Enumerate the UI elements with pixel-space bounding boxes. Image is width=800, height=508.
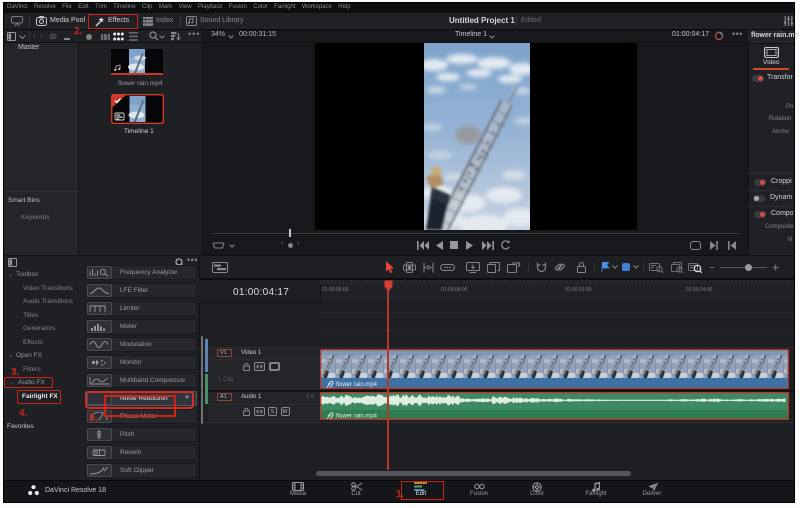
svg-text:flower rain.mp4: flower rain.mp4 bbox=[336, 414, 378, 420]
svg-text:flower rain.mp4: flower rain.mp4 bbox=[336, 382, 378, 388]
